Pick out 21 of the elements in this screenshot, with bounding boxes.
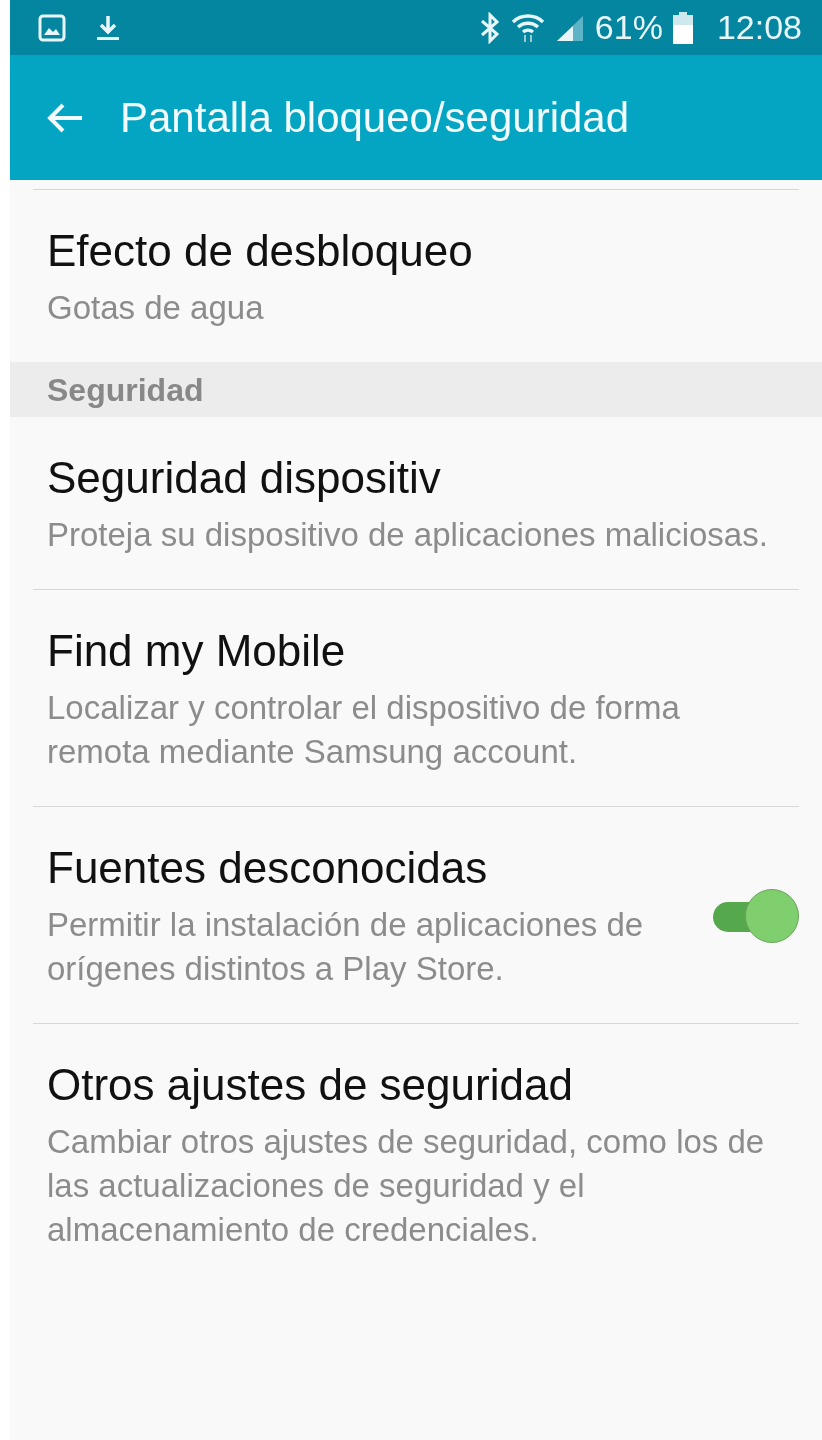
battery-icon [672,11,693,44]
toggle-switch[interactable] [713,889,799,945]
clock-time: 12:08 [716,8,802,47]
section-header: Seguridad [10,362,822,417]
image-icon [38,13,66,42]
battery-percent: 61% [594,8,663,47]
setting-description: Gotas de agua [47,288,265,328]
setting-description: Permitir la instalación de aplicaciones de orígenes distintos a Play Store. [47,905,645,989]
setting-title[interactable]: Seguridad dispositiv [47,453,787,503]
setting-description: Localizar y controlar el dispositivo de forma remota mediante Samsung account. [47,688,681,772]
bluetooth-icon [478,11,501,44]
setting-title[interactable]: Find my Mobile [47,626,787,676]
setting-description: Cambiar otros ajustes de seguridad, como los de las actualizaciones de seguridad y el almacenamiento de credenciales. [47,1122,766,1250]
setting-title[interactable]: Efecto de desbloqueo [47,226,787,276]
back-button[interactable] [46,101,84,134]
setting-title[interactable]: Fuentes desconocidas [47,843,677,893]
wifi-icon [510,12,545,43]
download-icon [96,13,120,42]
setting-title[interactable]: Otros ajustes de seguridad [47,1060,787,1110]
setting-description: Proteja su dispositivo de aplicaciones maliciosas. [47,515,769,555]
screen-title: Pantalla bloqueo/seguridad [120,93,630,142]
